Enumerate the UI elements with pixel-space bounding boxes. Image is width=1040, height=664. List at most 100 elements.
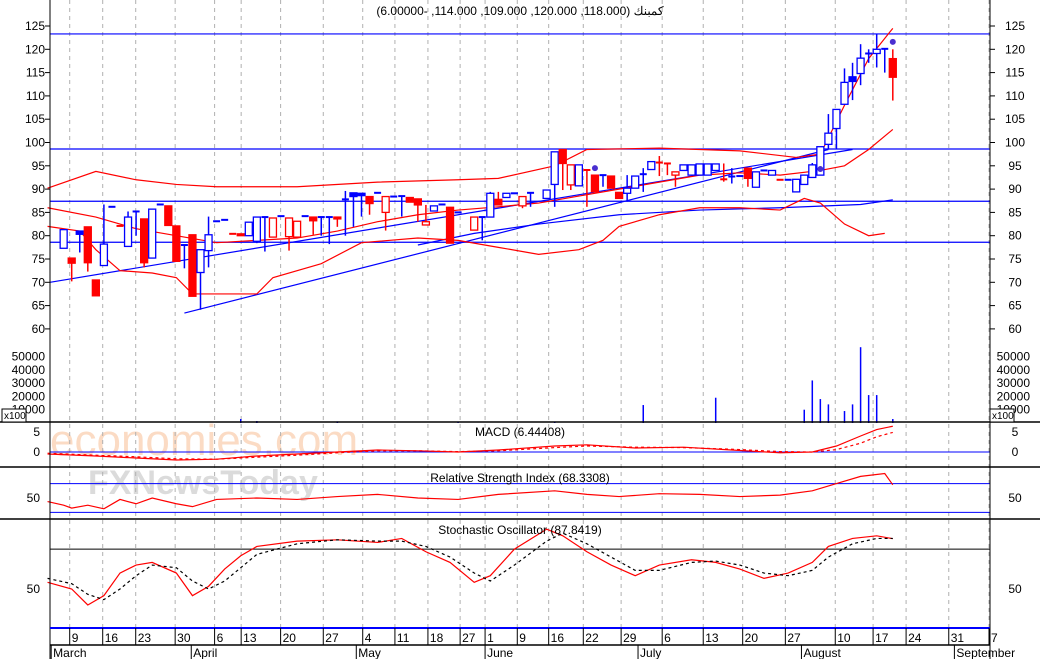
date-tick-label: 16	[551, 631, 565, 645]
candle	[599, 174, 607, 187]
date-tick-label: 29	[623, 631, 637, 645]
price-tick-label: 85	[1008, 205, 1022, 219]
candle-body	[542, 189, 551, 200]
candle-body	[349, 192, 358, 198]
stochastic-tick-label: 50	[27, 582, 41, 596]
rsi-tick-label: 50	[1008, 491, 1022, 505]
candle-body	[590, 174, 600, 193]
candle	[244, 221, 253, 237]
volume-tick-label: 30000	[997, 376, 1031, 390]
candle-body	[550, 151, 559, 186]
candle	[309, 216, 318, 235]
candle	[180, 244, 188, 269]
price-tick-label: 100	[1005, 136, 1025, 150]
candle	[398, 195, 406, 217]
price-tick-label: 115	[1005, 66, 1024, 80]
candle-body	[470, 216, 479, 231]
candle	[574, 164, 583, 187]
candle	[99, 204, 109, 267]
candle	[91, 279, 100, 297]
candle-body	[445, 206, 455, 244]
price-tick-label: 90	[32, 182, 46, 196]
candle	[381, 195, 390, 231]
candle-body	[236, 233, 245, 237]
candle-body	[502, 192, 511, 199]
candle-body	[381, 195, 390, 214]
candle-body	[284, 217, 294, 238]
candle-body	[494, 198, 503, 206]
candle	[470, 216, 479, 231]
macd-tick-label: 5	[33, 425, 40, 439]
candle-body	[856, 57, 865, 75]
rsi-tick-label: 50	[27, 491, 41, 505]
candle	[679, 164, 688, 172]
stock-chart: economies.com FXNewsToday كمبنك (118.000…	[0, 0, 1040, 660]
volume-tick-label: 50000	[12, 350, 46, 364]
candle	[139, 218, 149, 268]
candle	[527, 191, 535, 207]
price-tick-label: 95	[32, 159, 46, 173]
candle-body	[292, 220, 302, 238]
watermark-economies: economies.com	[50, 416, 358, 465]
candle-body	[164, 205, 173, 227]
candle	[655, 156, 663, 177]
candle	[172, 225, 181, 262]
candle-body	[558, 148, 567, 165]
candle	[494, 191, 503, 206]
candle	[132, 210, 140, 236]
date-tick-label: 24	[908, 631, 922, 645]
candle	[566, 164, 575, 191]
candle	[558, 148, 567, 191]
month-label: June	[487, 646, 513, 659]
candle-body	[123, 216, 133, 248]
candle-body	[711, 163, 720, 172]
candle	[800, 174, 809, 186]
candle-body	[679, 164, 688, 172]
month-label: September	[956, 646, 1015, 659]
price-tick-label: 60	[1008, 322, 1022, 336]
date-tick-label: 6	[664, 631, 671, 645]
price-tick-label: 120	[1005, 42, 1025, 56]
candle-body	[196, 249, 205, 274]
candle	[445, 206, 455, 244]
price-tick-label: 75	[1008, 252, 1022, 266]
candle-body	[309, 216, 318, 222]
panel-frames	[0, 0, 1040, 659]
candle-body	[767, 169, 777, 176]
candle	[808, 163, 817, 179]
axes: 125 125120 120115 115110 110105 105100 10095 95…	[1, 19, 1031, 660]
signal-marker	[889, 38, 896, 45]
candle	[59, 228, 68, 249]
candle	[429, 205, 439, 212]
candle-body	[365, 195, 374, 205]
date-tick-label: 18	[430, 631, 444, 645]
candle	[590, 174, 600, 193]
candle-body	[421, 221, 431, 226]
watermark-fxnewstoday: FXNewsToday	[88, 464, 318, 502]
candle	[365, 195, 374, 215]
candle-body	[333, 216, 342, 220]
volume-tick-label: 20000	[12, 389, 46, 403]
price-tick-label: 105	[1005, 112, 1025, 126]
candle	[83, 226, 92, 272]
date-tick-label: 23	[138, 631, 152, 645]
candle-body	[695, 163, 704, 176]
price-tick-label: 70	[32, 275, 46, 289]
date-tick-label: 27	[787, 631, 801, 645]
candle	[542, 189, 551, 200]
date-tick-label: 27	[462, 631, 476, 645]
price-tick-label: 65	[32, 299, 46, 313]
candle-body	[244, 221, 253, 237]
candle-body	[606, 175, 616, 189]
signal-marker	[817, 166, 824, 173]
month-label: April	[193, 646, 217, 659]
candle-body	[59, 228, 68, 249]
date-tick-label: 20	[745, 631, 759, 645]
candle-body	[623, 187, 632, 194]
candle-body	[204, 234, 213, 252]
price-tick-label: 95	[1008, 159, 1022, 173]
candle-body	[252, 216, 262, 242]
candle	[268, 217, 278, 238]
macd-tick-label: 0	[1012, 445, 1019, 459]
candle	[647, 160, 656, 171]
